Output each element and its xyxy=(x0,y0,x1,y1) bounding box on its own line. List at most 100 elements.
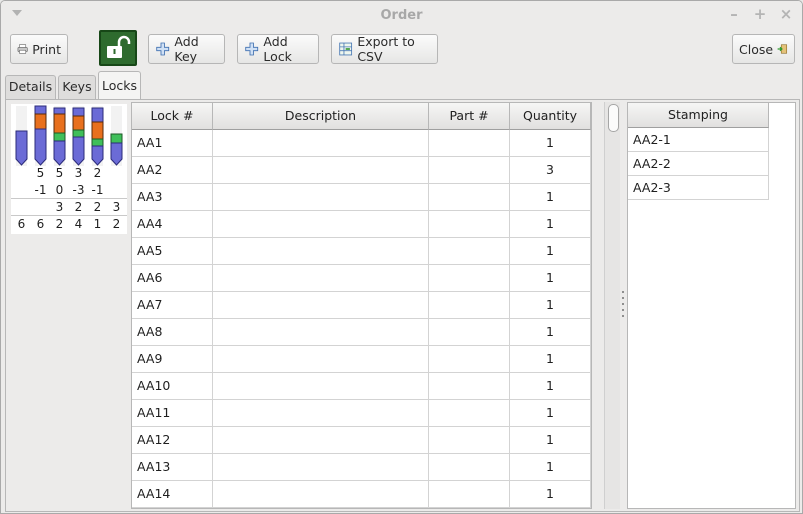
part-number-cell[interactable] xyxy=(429,454,510,481)
tab-locks[interactable]: Locks xyxy=(98,71,141,101)
lock-number-cell[interactable]: AA6 xyxy=(132,265,213,292)
table-row[interactable]: AA13 1 xyxy=(132,454,591,481)
part-number-cell[interactable] xyxy=(429,157,510,184)
lock-number-cell[interactable]: AA7 xyxy=(132,292,213,319)
part-number-cell[interactable] xyxy=(429,319,510,346)
print-button[interactable]: Print xyxy=(10,34,68,64)
description-cell[interactable] xyxy=(213,454,429,481)
table-row[interactable]: AA2 3 xyxy=(132,157,591,184)
table-row[interactable]: AA9 1 xyxy=(132,346,591,373)
lock-number-cell[interactable]: AA11 xyxy=(132,400,213,427)
part-number-cell[interactable] xyxy=(429,400,510,427)
part-number-cell[interactable] xyxy=(429,184,510,211)
lock-number-cell[interactable]: AA8 xyxy=(132,319,213,346)
table-row[interactable]: AA6 1 xyxy=(132,265,591,292)
lock-number-cell[interactable]: AA2 xyxy=(132,157,213,184)
quantity-cell[interactable]: 1 xyxy=(510,238,591,265)
part-number-cell[interactable] xyxy=(429,292,510,319)
part-number-cell[interactable] xyxy=(429,373,510,400)
lock-number-cell[interactable]: AA4 xyxy=(132,211,213,238)
lock-number-cell[interactable]: AA10 xyxy=(132,373,213,400)
part-number-cell[interactable] xyxy=(429,130,510,157)
description-cell[interactable] xyxy=(213,130,429,157)
quantity-cell[interactable]: 1 xyxy=(510,292,591,319)
quantity-cell[interactable]: 1 xyxy=(510,373,591,400)
locks-table-header: Lock # Description Part # Quantity xyxy=(132,103,591,130)
lock-number-cell[interactable]: AA12 xyxy=(132,427,213,454)
quantity-cell[interactable]: 1 xyxy=(510,400,591,427)
table-row[interactable]: AA8 1 xyxy=(132,319,591,346)
description-cell[interactable] xyxy=(213,211,429,238)
description-cell[interactable] xyxy=(213,400,429,427)
pin-stack-graphic xyxy=(15,105,123,166)
quantity-cell[interactable]: 3 xyxy=(510,157,591,184)
quantity-cell[interactable]: 1 xyxy=(510,481,591,508)
part-number-cell[interactable] xyxy=(429,346,510,373)
stamping-row[interactable]: AA2-1 xyxy=(628,128,769,152)
lock-number-cell[interactable]: AA13 xyxy=(132,454,213,481)
tab-keys[interactable]: Keys xyxy=(58,75,96,99)
stamping-row[interactable]: AA2-2 xyxy=(628,152,769,176)
maximize-icon[interactable]: + xyxy=(752,6,768,22)
description-cell[interactable] xyxy=(213,184,429,211)
description-cell[interactable] xyxy=(213,265,429,292)
table-row[interactable]: AA4 1 xyxy=(132,211,591,238)
part-number-cell[interactable] xyxy=(429,427,510,454)
locks-table-scrollbar[interactable] xyxy=(604,102,620,509)
tab-details[interactable]: Details xyxy=(5,75,56,99)
column-header-stamping[interactable]: Stamping xyxy=(628,103,769,128)
part-number-cell[interactable] xyxy=(429,265,510,292)
part-number-cell[interactable] xyxy=(429,238,510,265)
description-cell[interactable] xyxy=(213,319,429,346)
quantity-cell[interactable]: 1 xyxy=(510,184,591,211)
add-key-button[interactable]: Add Key xyxy=(148,34,225,64)
description-cell[interactable] xyxy=(213,427,429,454)
scrollbar-thumb[interactable] xyxy=(608,104,619,132)
column-header-description[interactable]: Description xyxy=(213,103,429,130)
table-row[interactable]: AA11 1 xyxy=(132,400,591,427)
close-window-icon[interactable]: × xyxy=(778,6,794,22)
description-cell[interactable] xyxy=(213,346,429,373)
table-row[interactable]: AA5 1 xyxy=(132,238,591,265)
close-button[interactable]: Close xyxy=(732,34,795,64)
quantity-cell[interactable]: 1 xyxy=(510,265,591,292)
quantity-cell[interactable]: 1 xyxy=(510,211,591,238)
quantity-cell[interactable]: 1 xyxy=(510,346,591,373)
table-row[interactable]: AA3 1 xyxy=(132,184,591,211)
table-row[interactable]: AA14 1 xyxy=(132,481,591,508)
export-csv-button[interactable]: Export to CSV xyxy=(331,34,438,64)
pin-row-value: -1 xyxy=(91,183,104,197)
column-header-part-number[interactable]: Part # xyxy=(429,103,510,130)
column-header-quantity[interactable]: Quantity xyxy=(510,103,591,130)
pin-row-1: 5 5 3 2 xyxy=(11,166,127,182)
part-number-cell[interactable] xyxy=(429,211,510,238)
stamping-row[interactable]: AA2-3 xyxy=(628,176,769,200)
description-cell[interactable] xyxy=(213,373,429,400)
part-number-cell[interactable] xyxy=(429,481,510,508)
plus-icon xyxy=(245,42,259,56)
description-cell[interactable] xyxy=(213,481,429,508)
pane-splitter-handle[interactable] xyxy=(621,291,625,319)
description-cell[interactable] xyxy=(213,238,429,265)
minimize-icon[interactable]: – xyxy=(726,6,742,22)
quantity-cell[interactable]: 1 xyxy=(510,427,591,454)
lock-number-cell[interactable]: AA14 xyxy=(132,481,213,508)
lock-number-cell[interactable]: AA1 xyxy=(132,130,213,157)
table-row[interactable]: AA10 1 xyxy=(132,373,591,400)
quantity-cell[interactable]: 1 xyxy=(510,130,591,157)
add-lock-button[interactable]: Add Lock xyxy=(237,34,319,64)
lock-number-cell[interactable]: AA3 xyxy=(132,184,213,211)
exit-door-icon xyxy=(777,44,788,54)
description-cell[interactable] xyxy=(213,157,429,184)
lock-toggle-button[interactable] xyxy=(99,30,137,66)
lock-number-cell[interactable]: AA9 xyxy=(132,346,213,373)
table-row[interactable]: AA12 1 xyxy=(132,427,591,454)
table-row[interactable]: AA7 1 xyxy=(132,292,591,319)
description-cell[interactable] xyxy=(213,292,429,319)
pin-row-value: 6 xyxy=(17,217,26,231)
column-header-lock-number[interactable]: Lock # xyxy=(132,103,213,130)
table-row[interactable]: AA1 1 xyxy=(132,130,591,157)
quantity-cell[interactable]: 1 xyxy=(510,454,591,481)
quantity-cell[interactable]: 1 xyxy=(510,319,591,346)
lock-number-cell[interactable]: AA5 xyxy=(132,238,213,265)
